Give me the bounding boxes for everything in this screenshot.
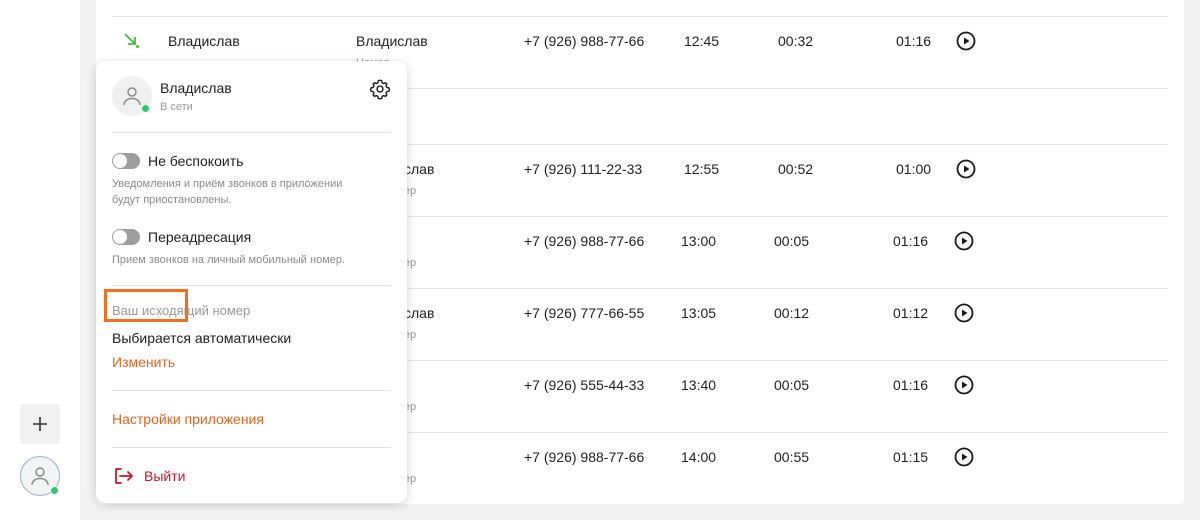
play-icon[interactable] — [954, 375, 974, 395]
app-settings-link[interactable]: Настройки приложения — [112, 411, 264, 427]
play-icon[interactable] — [956, 31, 976, 51]
incoming-call-icon — [124, 33, 139, 48]
contact-name: Владислав — [356, 33, 428, 49]
dnd-description-line2: будут приостановлены. — [112, 194, 232, 206]
logout-button[interactable]: Выйти — [112, 465, 232, 487]
call-duration: 01:16 — [896, 33, 932, 49]
call-duration: 01:15 — [893, 449, 929, 465]
wait-time: 00:05 — [774, 233, 810, 249]
play-icon[interactable] — [956, 159, 976, 179]
call-time: 12:55 — [684, 161, 720, 177]
logout-icon — [115, 468, 133, 484]
wait-time: 00:05 — [774, 377, 810, 393]
phone-number: +7 (926) 111-22-33 — [524, 161, 643, 177]
popup-divider — [112, 447, 391, 448]
forwarding-description: Прием звонков на личный мобильный номер. — [112, 254, 346, 266]
phone-number: +7 (926) 988-77-66 — [524, 33, 645, 49]
plus-icon — [33, 417, 47, 431]
phone-number: +7 (926) 555-44-33 — [524, 377, 645, 393]
phone-number: +7 (926) 777-66-55 — [524, 305, 645, 321]
user-status: В сети — [160, 101, 193, 113]
call-time: 13:00 — [681, 233, 717, 249]
user-name: Владислав — [160, 80, 232, 96]
call-duration: 01:00 — [896, 161, 932, 177]
popup-avatar — [112, 76, 152, 116]
call-duration: 01:16 — [893, 377, 929, 393]
dnd-label: Не беспокоить — [148, 153, 244, 169]
phone-number: +7 (926) 988-77-66 — [524, 233, 645, 249]
wait-time: 00:32 — [778, 33, 814, 49]
change-number-link[interactable]: Изменить — [112, 354, 175, 370]
gear-icon[interactable] — [369, 78, 391, 100]
forwarding-label: Переадресация — [148, 229, 252, 245]
call-duration: 01:16 — [893, 233, 929, 249]
profile-popup: Владислав В сети Не беспокоить Уведомлен… — [96, 61, 407, 503]
call-time: 13:05 — [681, 305, 717, 321]
play-icon[interactable] — [954, 447, 974, 467]
user-icon — [123, 87, 141, 106]
play-icon[interactable] — [954, 231, 974, 251]
phone-number: +7 (926) 988-77-66 — [524, 449, 645, 465]
call-time: 14:00 — [681, 449, 717, 465]
call-time: 12:45 — [684, 33, 720, 49]
forwarding-toggle[interactable] — [112, 229, 140, 245]
play-icon[interactable] — [954, 303, 974, 323]
contact-name: слав — [404, 305, 435, 321]
popup-divider — [112, 285, 391, 286]
user-icon — [31, 467, 49, 486]
wait-time: 00:52 — [778, 161, 814, 177]
popup-divider — [112, 390, 391, 391]
call-time: 13:40 — [681, 377, 717, 393]
highlight-annotation — [104, 289, 188, 322]
online-status-dot — [50, 486, 59, 495]
left-sidebar — [0, 0, 80, 520]
caller-name: Владислав — [168, 33, 240, 49]
call-duration: 01:12 — [893, 305, 929, 321]
add-button[interactable] — [20, 404, 60, 444]
popup-divider — [112, 132, 391, 133]
logout-label: Выйти — [144, 468, 186, 484]
wait-time: 00:12 — [774, 305, 810, 321]
user-avatar-button[interactable] — [20, 456, 60, 496]
contact-name: слав — [404, 161, 435, 177]
wait-time: 00:55 — [774, 449, 810, 465]
online-status-dot — [141, 104, 150, 113]
outgoing-number-value: Выбирается автоматически — [112, 330, 292, 346]
dnd-toggle[interactable] — [112, 153, 140, 169]
dnd-description-line1: Уведомления и приём звонков в приложении — [112, 178, 343, 190]
